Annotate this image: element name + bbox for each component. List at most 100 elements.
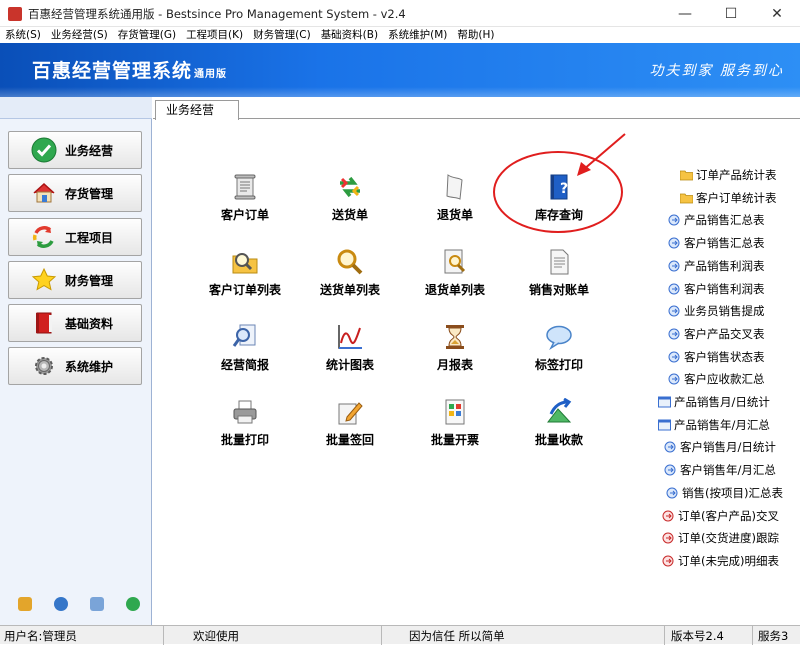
report-item[interactable]: 产品销售月/日统计	[658, 391, 770, 413]
folder-icon	[679, 192, 694, 204]
speech-bubble-icon	[544, 322, 574, 352]
sidebar-item-projects[interactable]: 工程项目	[8, 218, 142, 256]
report-item[interactable]: 订单(客户产品)交叉	[662, 505, 779, 527]
status-welcome: 欢迎使用	[193, 629, 239, 643]
tool-return-note[interactable]: 退货单	[405, 172, 505, 222]
tool-customer-order-list[interactable]: 客户订单列表	[195, 247, 295, 297]
report-item[interactable]: 订单(交货进度)跟踪	[662, 527, 779, 549]
report-item-label: 订单(客户产品)交叉	[678, 508, 779, 523]
sidebar: 业务经营 存货管理 工程项目 财务管理 基础资料 系统维护	[0, 97, 152, 625]
tool-batch-invoice[interactable]: 批量开票	[405, 397, 505, 447]
sidebar-item-finance[interactable]: 财务管理	[8, 261, 142, 299]
pencil-paper-icon	[335, 397, 365, 427]
report-item[interactable]: 产品销售汇总表	[668, 209, 765, 231]
folder-icon	[679, 169, 694, 181]
report-arrow-icon	[668, 328, 681, 340]
report-arrow-icon	[664, 464, 677, 476]
tool-monthly-report[interactable]: 月报表	[405, 322, 505, 372]
report-arrow-icon	[668, 283, 681, 295]
red-report-icon	[662, 510, 675, 522]
report-item[interactable]: 客户产品交叉表	[668, 323, 765, 345]
tab-business[interactable]: 业务经营	[155, 100, 239, 120]
report-item[interactable]: 客户销售利润表	[668, 278, 765, 300]
tool-label-print[interactable]: 标签打印	[509, 322, 609, 372]
report-item-label: 客户应收款汇总	[684, 372, 765, 387]
clock-icon[interactable]	[54, 597, 68, 611]
report-arrow-icon	[668, 260, 681, 272]
house-icon	[31, 180, 57, 206]
report-arrow-icon	[668, 373, 681, 385]
report-search-icon	[230, 322, 260, 352]
report-item-label: 订单产品统计表	[696, 168, 777, 182]
tool-batch-collection[interactable]: 批量收款	[509, 397, 609, 447]
banner-edition: 通用版	[194, 69, 228, 80]
report-list: 订单产品统计表 客户订单统计表产品销售汇总表客户销售汇总表 产品销售利润表客户销售利…	[658, 164, 800, 568]
report-item[interactable]: 客户应收款汇总	[668, 368, 765, 390]
report-item-label: 客户订单统计表	[696, 190, 777, 205]
status-motto: 因为信任 所以简单	[409, 629, 505, 643]
report-item-label: 订单(交货进度)跟踪	[678, 531, 779, 546]
invoice-icon	[440, 397, 470, 427]
tool-business-brief[interactable]: 经营简报	[195, 322, 295, 372]
report-item[interactable]: 客户订单统计表	[679, 187, 777, 209]
sidebar-item-maintenance[interactable]: 系统维护	[8, 347, 142, 385]
report-item[interactable]: 业务员销售提成	[668, 300, 765, 322]
sidebar-item-label: 财务管理	[65, 273, 114, 288]
menu-system[interactable]: 系统(S)	[0, 27, 46, 43]
banner-title: 百惠经营管理系统 通用版	[32, 60, 228, 82]
red-report-icon	[662, 555, 675, 567]
tool-delivery-note[interactable]: 送货单	[300, 172, 400, 222]
report-item-label: 客户销售状态表	[684, 349, 765, 364]
report-arrow-icon	[668, 305, 681, 317]
report-item[interactable]: 客户销售月/日统计	[664, 436, 776, 458]
report-item-label: 客户销售利润表	[684, 281, 765, 296]
report-item-label: 产品销售汇总表	[684, 213, 765, 228]
tool-return-list[interactable]: 退货单列表	[405, 247, 505, 297]
key-icon[interactable]	[18, 597, 32, 611]
menu-help[interactable]: 帮助(H)	[452, 27, 499, 43]
report-item[interactable]: 订单产品统计表	[679, 164, 777, 186]
status-service: 服务3	[758, 629, 789, 643]
report-item-label: 业务员销售提成	[684, 304, 765, 319]
report-item-label: 客户销售月/日统计	[680, 440, 776, 455]
menu-maintenance[interactable]: 系统维护(M)	[383, 27, 452, 43]
app-banner: 百惠经营管理系统 通用版 功夫到家 服务到心	[0, 43, 800, 97]
report-item[interactable]: 产品销售利润表	[668, 255, 765, 277]
annotation-arrow-icon	[577, 133, 626, 176]
sidebar-item-inventory[interactable]: 存货管理	[8, 174, 142, 212]
search-window-icon[interactable]	[90, 597, 104, 611]
tool-statistics-chart[interactable]: 统计图表	[300, 322, 400, 372]
menu-finance[interactable]: 财务管理(C)	[248, 27, 316, 43]
menu-inventory[interactable]: 存货管理(G)	[113, 27, 181, 43]
menu-basic-data[interactable]: 基础资料(B)	[316, 27, 383, 43]
tool-batch-signback[interactable]: 批量签回	[300, 397, 400, 447]
main-panel: 客户订单 送货单 退货单 ? 库存查询 客户订单列表 送货单列表 退货单列表 销…	[153, 120, 800, 625]
report-item[interactable]: 产品销售年/月汇总	[658, 414, 770, 436]
tool-customer-order[interactable]: 客户订单	[195, 172, 295, 222]
tool-sales-statement[interactable]: 销售对账单	[509, 247, 609, 297]
report-item-label: 订单(未完成)明细表	[678, 553, 779, 568]
folder-search-icon	[230, 247, 260, 277]
hourglass-icon	[440, 322, 470, 352]
minimize-button[interactable]: —	[662, 0, 708, 27]
report-item[interactable]: 客户销售状态表	[668, 346, 765, 368]
exit-icon[interactable]	[126, 597, 140, 611]
menu-business[interactable]: 业务经营(S)	[46, 27, 113, 43]
maximize-button[interactable]: ☐	[708, 0, 754, 27]
sidebar-item-business[interactable]: 业务经营	[8, 131, 142, 169]
tool-delivery-list[interactable]: 送货单列表	[300, 247, 400, 297]
sidebar-item-basic-data[interactable]: 基础资料	[8, 304, 142, 342]
tool-batch-print[interactable]: 批量打印	[195, 397, 295, 447]
report-item[interactable]: 销售(按项目)汇总表	[666, 482, 783, 504]
recycle-arrows-icon	[31, 224, 57, 250]
star-icon	[31, 267, 57, 293]
red-report-icon	[662, 532, 675, 544]
report-item-label: 销售(按项目)汇总表	[682, 485, 783, 500]
close-button[interactable]: ✕	[754, 0, 800, 27]
menu-projects[interactable]: 工程项目(K)	[181, 27, 248, 43]
report-item[interactable]: 客户销售年/月汇总	[664, 459, 776, 481]
report-item-label: 客户销售年/月汇总	[680, 463, 776, 478]
report-item[interactable]: 订单(未完成)明细表	[662, 550, 779, 572]
line-chart-icon	[335, 322, 365, 352]
report-item[interactable]: 客户销售汇总表	[668, 232, 765, 254]
